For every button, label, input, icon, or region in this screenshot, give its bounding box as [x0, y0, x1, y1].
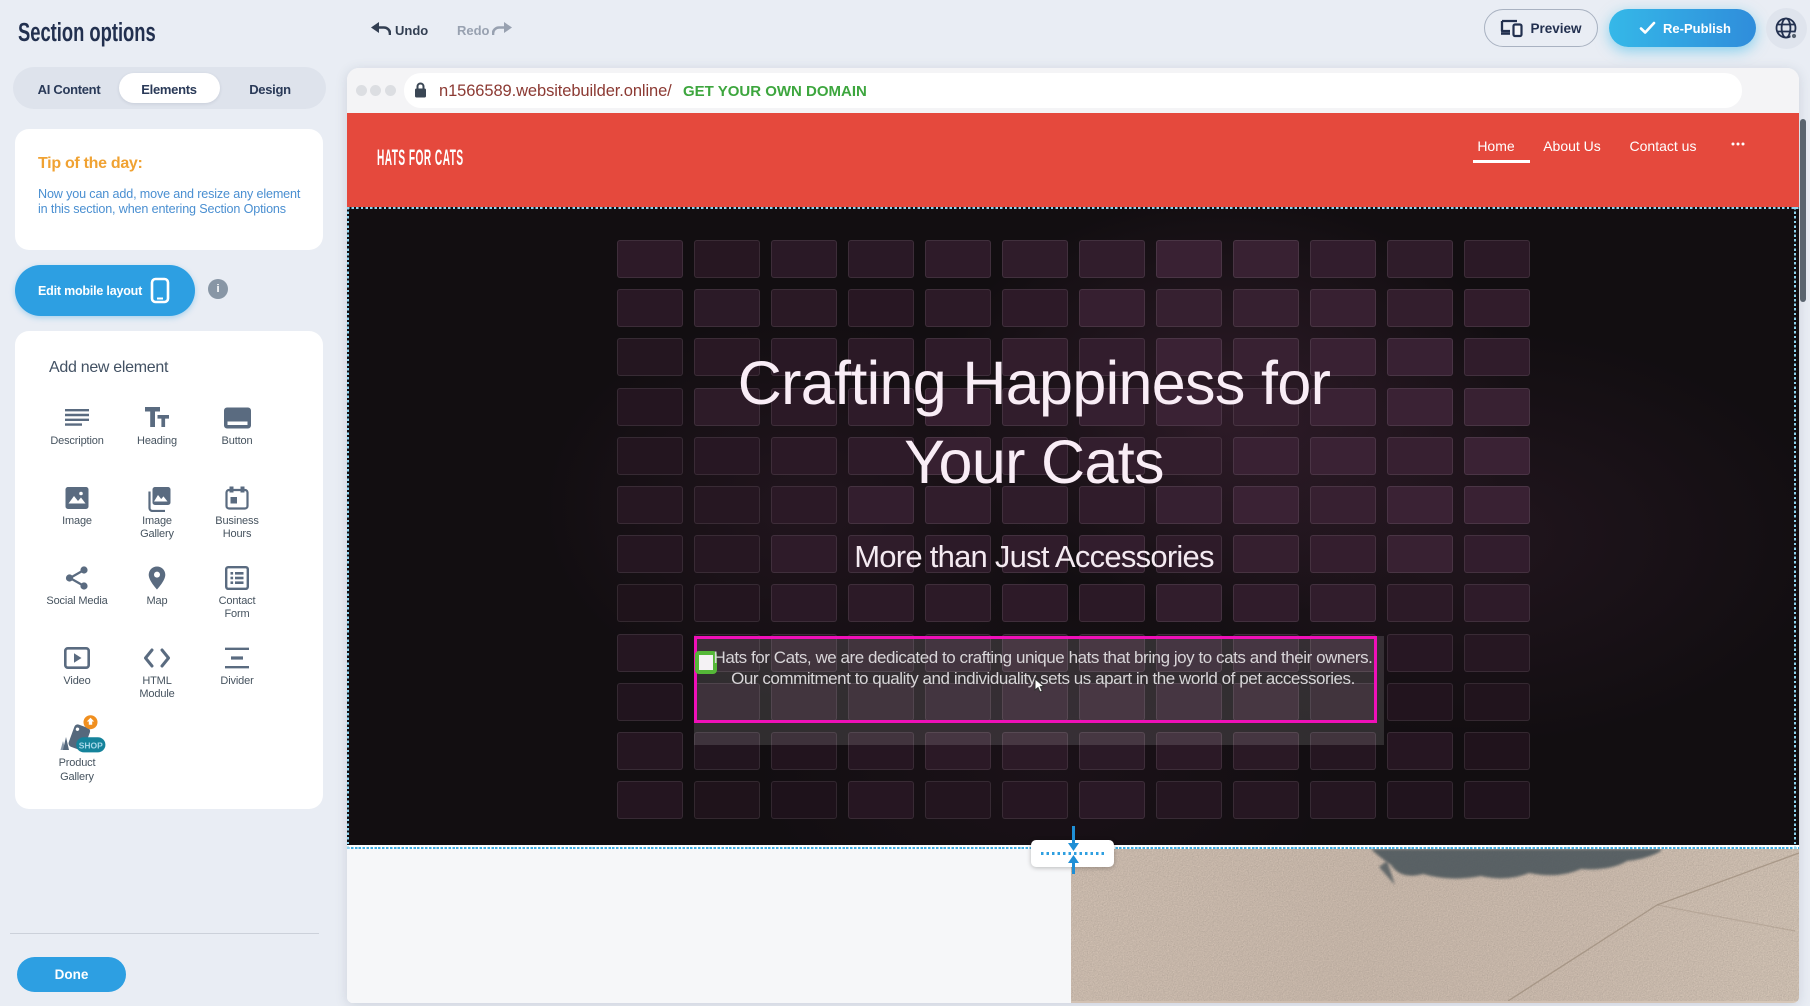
svg-text:SHOP: SHOP — [79, 740, 103, 750]
